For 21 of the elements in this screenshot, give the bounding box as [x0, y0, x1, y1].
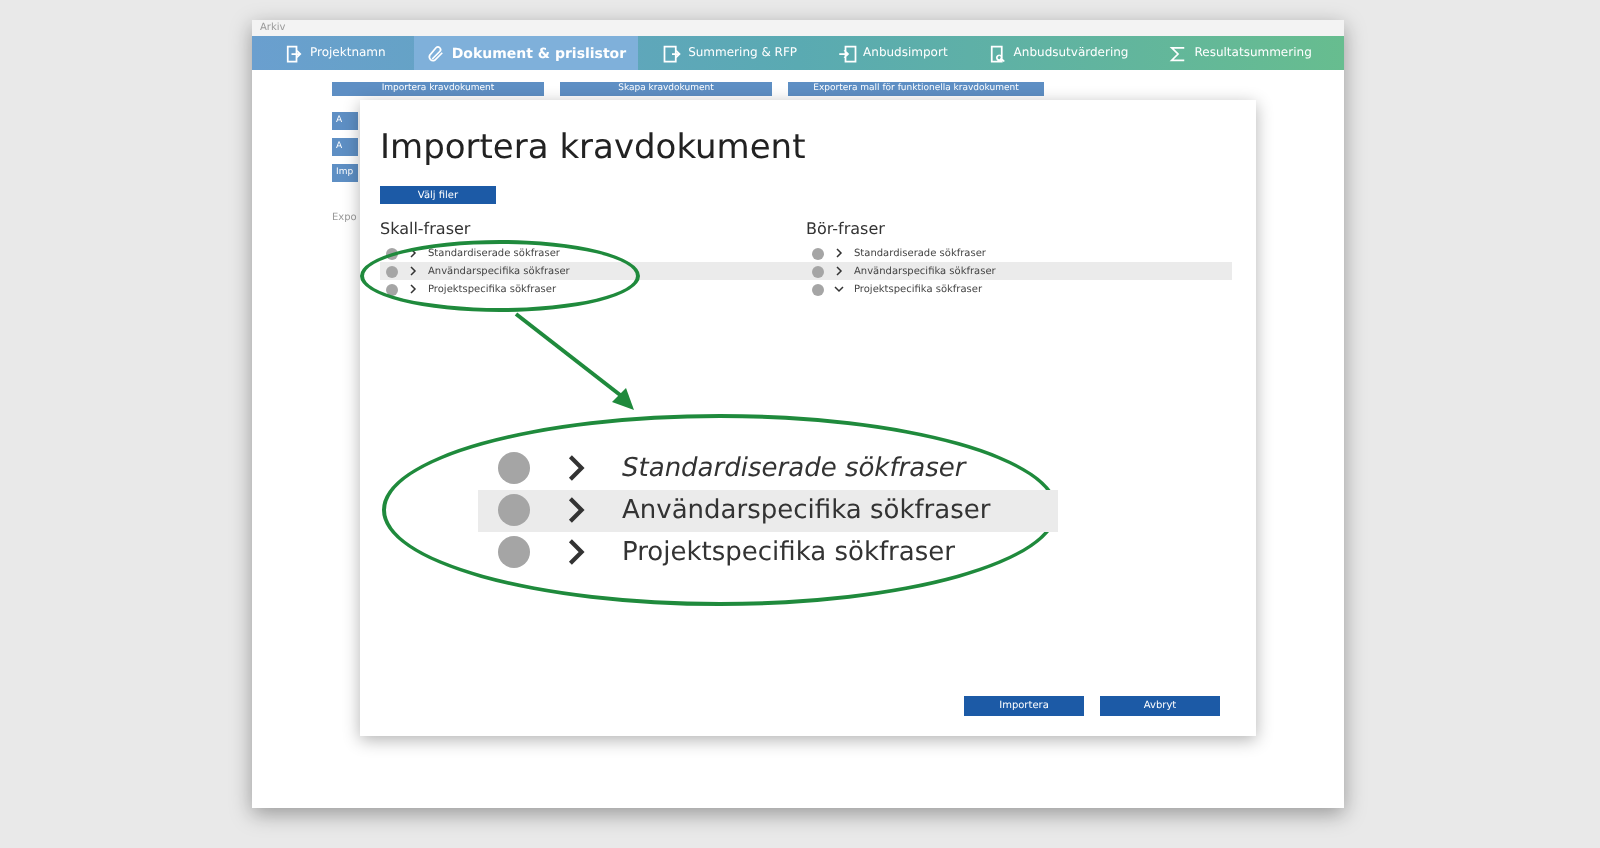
sigma-icon — [1168, 43, 1189, 63]
magnifier-document-icon — [987, 43, 1008, 63]
document-arrow-icon — [662, 43, 683, 63]
magnified-row: Standardiserade sökfraser — [478, 447, 1058, 489]
status-dot — [498, 452, 530, 484]
status-dot — [386, 283, 398, 295]
status-dot — [812, 283, 824, 295]
group-title: Bör-fraser — [806, 220, 887, 240]
chevron-down-icon[interactable] — [834, 284, 844, 294]
door-arrow-icon — [284, 43, 304, 63]
status-dot — [498, 494, 530, 526]
status-dot — [812, 247, 824, 259]
dialog-title: Importera kravdokument — [380, 128, 808, 168]
door-arrow-icon — [837, 43, 858, 63]
magnified-row: Projektspecifika sökfraser — [478, 531, 1058, 573]
status-dot — [386, 265, 398, 277]
paperclip-icon — [425, 43, 446, 63]
group-title: Skall-fraser — [380, 220, 473, 240]
status-dot — [498, 536, 530, 568]
magnified-row: Användarspecifika sökfraser — [478, 489, 1058, 531]
status-dot — [812, 265, 824, 277]
